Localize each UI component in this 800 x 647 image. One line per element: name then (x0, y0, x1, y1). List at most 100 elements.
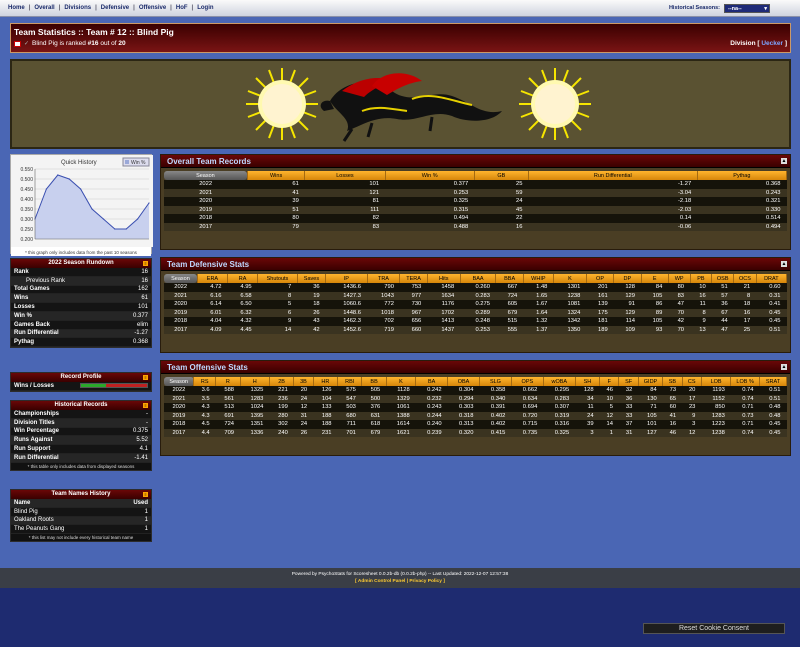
table-cell: 8 (257, 291, 298, 300)
offensive-header-h[interactable]: H (240, 377, 270, 386)
defensive-header-tra[interactable]: TRA (367, 274, 401, 283)
table-cell: 3 (575, 428, 600, 437)
defensive-header-shutouts[interactable]: Shutouts (257, 274, 298, 283)
offensive-header-woba[interactable]: wOBA (543, 377, 576, 386)
defensive-header-dp[interactable]: DP (613, 274, 642, 283)
defensive-header-osb[interactable]: OSB (711, 274, 735, 283)
defensive-header-k[interactable]: K (553, 274, 587, 283)
offensive-header-ops[interactable]: OPS (511, 377, 544, 386)
offensive-header-lob-[interactable]: LOB % (730, 377, 760, 386)
table-cell: 6.01 (197, 308, 228, 317)
rank-total: 20 (118, 40, 126, 47)
defensive-header-baa[interactable]: BAA (460, 274, 497, 283)
defensive-header-ra[interactable]: RA (227, 274, 259, 283)
defensive-header-bba[interactable]: BBA (495, 274, 524, 283)
privacy-link[interactable]: Privacy Policy (409, 579, 442, 584)
offensive-header-sb[interactable]: SB (662, 377, 683, 386)
table-cell: 10 (690, 283, 712, 292)
collapse-icon[interactable]: ≡ (143, 375, 148, 380)
defensive-header-drat[interactable]: DRAT (756, 274, 788, 283)
overall-header-gb[interactable]: GB (474, 171, 529, 180)
overall-header-pythag[interactable]: Pythag (697, 171, 788, 180)
nav-divisions[interactable]: Divisions (60, 5, 95, 11)
defensive-header-whip[interactable]: WHIP (523, 274, 554, 283)
table-cell: 1325 (240, 386, 270, 395)
table-cell: 0.45 (756, 317, 787, 326)
offensive-header-cs[interactable]: CS (682, 377, 702, 386)
defensive-header-era[interactable]: ERA (197, 274, 229, 283)
offensive-header-oba[interactable]: OBA (447, 377, 480, 386)
offensive-header-season[interactable]: Season (164, 377, 195, 386)
offensive-header-gidp[interactable]: GIDP (638, 377, 664, 386)
defensive-header-saves[interactable]: Saves (297, 274, 327, 283)
historical-seasons-select[interactable]: --na-- (724, 3, 770, 13)
table-cell: 129 (613, 291, 641, 300)
collapse-icon[interactable]: ▲ (781, 364, 787, 370)
defensive-header-tera[interactable]: TERA (399, 274, 428, 283)
collapse-icon[interactable]: ≡ (143, 403, 148, 408)
offensive-header-hr[interactable]: HR (313, 377, 339, 386)
collapse-icon[interactable]: ▲ (781, 158, 787, 164)
table-cell: 2019 (164, 205, 248, 214)
admin-link[interactable]: Admin Control Panel (358, 579, 405, 584)
defensive-header-ip[interactable]: IP (325, 274, 368, 283)
overall-header-losses[interactable]: Losses (304, 171, 386, 180)
offensive-header-3b[interactable]: 3B (293, 377, 314, 386)
offensive-header-ba[interactable]: BA (415, 377, 449, 386)
offensive-header-f[interactable]: F (599, 377, 620, 386)
table-cell: 2017 (164, 222, 248, 231)
table-cell: 0.415 (479, 428, 512, 437)
defensive-header-op[interactable]: OP (586, 274, 615, 283)
nav-overall[interactable]: Overall (30, 5, 58, 11)
collapse-icon[interactable]: ▲ (781, 261, 787, 267)
defensive-header-e[interactable]: E (641, 274, 669, 283)
historical-label: Run Support (14, 446, 51, 453)
overall-header-run-differential[interactable]: Run Differential (528, 171, 698, 180)
offensive-header-lob[interactable]: LOB (701, 377, 732, 386)
table-cell: 6.14 (197, 300, 228, 309)
offensive-header-r[interactable]: R (215, 377, 241, 386)
collapse-icon[interactable]: ≡ (143, 492, 148, 497)
offensive-header-sh[interactable]: SH (575, 377, 601, 386)
table-cell: 0.45 (759, 420, 787, 429)
table-cell: 977 (399, 291, 428, 300)
nav-defensive[interactable]: Defensive (97, 5, 133, 11)
defensive-header-wp[interactable]: WP (668, 274, 691, 283)
table-cell: 133 (313, 403, 338, 412)
table-cell: 0.74 (730, 428, 760, 437)
offensive-header-2b[interactable]: 2B (269, 377, 295, 386)
nav-offensive[interactable]: Offensive (135, 5, 170, 11)
defensive-header-season[interactable]: Season (164, 274, 198, 283)
table-cell: 0.45 (756, 308, 787, 317)
division-link[interactable]: Uecker (761, 40, 783, 47)
offensive-header-slg[interactable]: SLG (479, 377, 512, 386)
overall-records-table: Season Wins Losses Win % GB Run Differential P… (164, 171, 788, 231)
nav-hof[interactable]: HoF (172, 5, 192, 11)
collapse-icon[interactable]: ≡ (143, 261, 148, 266)
offensive-header-k[interactable]: K (386, 377, 417, 386)
overall-header-season[interactable]: Season (164, 171, 248, 180)
table-cell: 44 (711, 317, 734, 326)
table-cell: 4.3 (193, 411, 216, 420)
offensive-header-srat[interactable]: SRAT (759, 377, 788, 386)
table-cell: 11 (575, 403, 600, 412)
nav-login[interactable]: Login (193, 5, 217, 11)
defensive-header-ocs[interactable]: OCS (733, 274, 757, 283)
table-cell: 0.304 (447, 386, 480, 395)
offensive-header-rs[interactable]: RS (193, 377, 217, 386)
offensive-header-bb[interactable]: BB (361, 377, 387, 386)
table-cell: 82 (304, 214, 386, 223)
rundown-value: 162 (137, 286, 148, 293)
offensive-header-sf[interactable]: SF (618, 377, 639, 386)
defensive-header-pb[interactable]: PB (690, 274, 713, 283)
overall-header-wins[interactable]: Wins (247, 171, 306, 180)
reset-cookie-button[interactable]: Reset Cookie Consent (643, 623, 785, 634)
defensive-header-hits[interactable]: Hits (427, 274, 461, 283)
table-cell: 0.318 (447, 411, 480, 420)
offensive-header-rbi[interactable]: RBI (337, 377, 363, 386)
table-cell: 0.325 (385, 197, 475, 206)
table-cell: 0.31 (756, 291, 787, 300)
overall-header-win-[interactable]: Win % (385, 171, 475, 180)
table-cell: 89 (641, 308, 669, 317)
nav-home[interactable]: Home (4, 5, 29, 11)
